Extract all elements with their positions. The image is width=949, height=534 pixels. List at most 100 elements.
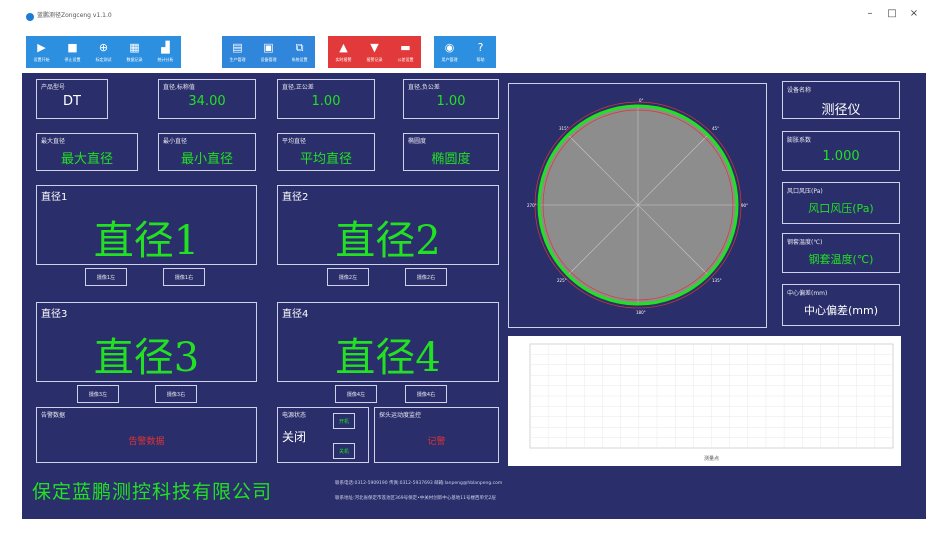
min-diameter-label: 最小直径: [163, 138, 188, 145]
camera-1-right-button[interactable]: 摄像1右: [163, 268, 205, 286]
camera-2-right-button[interactable]: 摄像2右: [405, 268, 447, 286]
diameter-2-value: 直径2: [335, 218, 441, 264]
product-model-panel: 产品型号 DT: [36, 79, 108, 119]
negative-tolerance-label: 直径,负公差: [408, 84, 440, 91]
head-monitor-label: 探头运动度监控: [379, 412, 422, 419]
power-status-panel: 电源状态 关闭: [277, 407, 369, 463]
ellipticity-panel: 椭圆度 椭圆度: [403, 133, 499, 171]
toolbar-group-manage: ▤ 生产管理 ▣ 设备管理 ⧉ 系统设置: [222, 36, 315, 68]
measurement-chart-plot: 测量点: [529, 343, 894, 462]
power-off-button[interactable]: 关机: [333, 443, 355, 459]
power-on-button[interactable]: 开机: [333, 413, 355, 429]
expansion-coefficient-label: 膨胀系数: [787, 137, 812, 144]
chart-x-axis-label: 测量点: [704, 455, 719, 462]
dial-label-225: 225°: [557, 278, 567, 283]
toolbar-button-label: 实时报警: [335, 56, 352, 62]
tolerance-button[interactable]: ▬ 公差设置: [390, 36, 421, 68]
main-dashboard: 产品型号 DT 直径,标称值 34.00 直径,正公差 1.00 直径,负公差 …: [22, 73, 926, 519]
minimize-button[interactable]: –: [862, 8, 878, 19]
sleeve-temperature-label: 钢套温度(℃): [787, 239, 823, 246]
cross-section-dial-panel: 0° 45° 90° 135° 180° 225° 270° 315°: [508, 83, 767, 328]
nominal-diameter-label: 直径,标称值: [163, 84, 195, 91]
app-logo-icon: [26, 13, 34, 21]
camera-2-left-button[interactable]: 摄像2左: [327, 268, 369, 286]
center-deviation-label: 中心偏差(mm): [787, 290, 828, 297]
alarm-data-value: 告警数据: [128, 437, 165, 447]
toolbar-button-label: 设置开始: [33, 56, 50, 62]
grid-button[interactable]: ▦ 数据记录: [119, 36, 150, 68]
camera-4-right-button[interactable]: 摄像4右: [405, 385, 447, 403]
alarm-data-label: 告警数据: [41, 412, 66, 419]
negative-tolerance-value: 1.00: [436, 94, 466, 109]
device-manage-button[interactable]: ▣ 设备管理: [253, 36, 284, 68]
toolbar-button-label: 帮助: [476, 56, 485, 62]
toolbar-button-label: 生产管理: [229, 56, 246, 62]
camera-3-right-button[interactable]: 摄像3右: [155, 385, 197, 403]
close-button[interactable]: ×: [906, 8, 922, 19]
camera-3-left-button[interactable]: 摄像3左: [77, 385, 119, 403]
play-icon: ▶: [37, 40, 46, 54]
max-diameter-panel: 最大直径 最大直径: [36, 133, 138, 171]
diameter-3-panel: 直径3 直径3: [36, 302, 257, 382]
stop-icon: ■: [67, 40, 78, 54]
toolbar-group-alarm: ▲ 实时报警 ▼ 报警记录 ▬ 公差设置: [328, 36, 421, 68]
dial-label-135: 135°: [712, 278, 722, 283]
dial-label-180: 180°: [636, 310, 646, 315]
device-name-value: 测径仪: [821, 103, 861, 118]
min-diameter-panel: 最小直径 最小直径: [158, 133, 256, 171]
toolbar-group-user: ◉ 用户管理? 帮助: [434, 36, 496, 68]
diameter-2-panel: 直径2 直径2: [277, 185, 499, 265]
diameter-1-label: 直径1: [41, 192, 68, 203]
help-icon: ?: [477, 40, 484, 54]
user-manage-button[interactable]: ◉ 用户管理: [434, 36, 465, 68]
dial-label-270: 270°: [527, 203, 537, 208]
maximize-button[interactable]: □: [884, 8, 900, 19]
camera-1-left-button[interactable]: 摄像1左: [85, 268, 127, 286]
contact-info: 联系电话:0312-5909190 传真:0312-5937693 邮箱:lan…: [335, 481, 503, 486]
system-settings-button[interactable]: ⧉ 系统设置: [284, 36, 315, 68]
nominal-diameter-value: 34.00: [188, 94, 226, 109]
tolerance-icon: ▬: [400, 40, 411, 54]
dial-label-45: 45°: [712, 126, 719, 131]
toolbar-button-label: 系统设置: [291, 56, 308, 62]
sleeve-temperature-value: 钢套温度(℃): [808, 253, 874, 266]
dial-label-0: 0°: [639, 98, 644, 103]
max-diameter-label: 最大直径: [41, 138, 66, 145]
expansion-coefficient-value: 1.000: [822, 149, 860, 164]
device-name-panel: 设备名称 测径仪: [782, 81, 900, 119]
calibrate-button[interactable]: ⊕ 标定测试: [88, 36, 119, 68]
chart-button[interactable]: ▟ 统计分析: [150, 36, 181, 68]
toolbar-button-label: 公差设置: [397, 56, 414, 62]
product-manage-button[interactable]: ▤ 生产管理: [222, 36, 253, 68]
product-manage-icon: ▤: [232, 40, 243, 54]
diameter-3-label: 直径3: [41, 309, 68, 320]
air-pressure-panel: 风口风压(Pa) 风口风压(Pa): [782, 182, 900, 224]
alarm-record-button[interactable]: ▼ 报警记录: [359, 36, 390, 68]
toolbar-button-label: 设备管理: [260, 56, 277, 62]
dial-label-315: 315°: [559, 126, 569, 131]
positive-tolerance-panel: 直径,正公差 1.00: [277, 79, 375, 119]
device-name-label: 设备名称: [787, 87, 812, 94]
product-model-label: 产品型号: [41, 84, 66, 91]
alarm-button[interactable]: ▲ 实时报警: [328, 36, 359, 68]
sleeve-temperature-panel: 钢套温度(℃) 钢套温度(℃): [782, 233, 900, 273]
power-status-label: 电源状态: [282, 412, 307, 419]
user-manage-icon: ◉: [444, 40, 455, 54]
chart-icon: ▟: [161, 40, 170, 54]
ellipticity-value: 椭圆度: [431, 152, 471, 167]
toolbar-button-label: 数据记录: [126, 56, 143, 62]
measurement-chart: 测量点: [508, 336, 901, 466]
play-button[interactable]: ▶ 设置开始: [26, 36, 57, 68]
app-window: 蓝鹏测径Zongceng v1.1.0 – □ × ▶ 设置开始 ■ 停止设置 ⊕ 标定测…: [22, 5, 926, 519]
center-deviation-value: 中心偏差(mm): [803, 304, 878, 317]
help-button[interactable]: ? 帮助: [465, 36, 496, 68]
toolbar: ▶ 设置开始 ■ 停止设置 ⊕ 标定测试 ▦ 数据记录 ▟ 统计分析 ▤ 生产管理 ▣ 设备管理 ⧉ 系统设…: [22, 31, 926, 73]
air-pressure-value: 风口风压(Pa): [808, 202, 874, 215]
toolbar-button-label: 停止设置: [64, 56, 81, 62]
alarm-record-icon: ▼: [370, 40, 379, 54]
negative-tolerance-panel: 直径,负公差 1.00: [403, 79, 499, 119]
camera-4-left-button[interactable]: 摄像4左: [335, 385, 377, 403]
stop-button[interactable]: ■ 停止设置: [57, 36, 88, 68]
power-status-value: 关闭: [282, 430, 307, 444]
product-model-value: DT: [63, 94, 81, 109]
